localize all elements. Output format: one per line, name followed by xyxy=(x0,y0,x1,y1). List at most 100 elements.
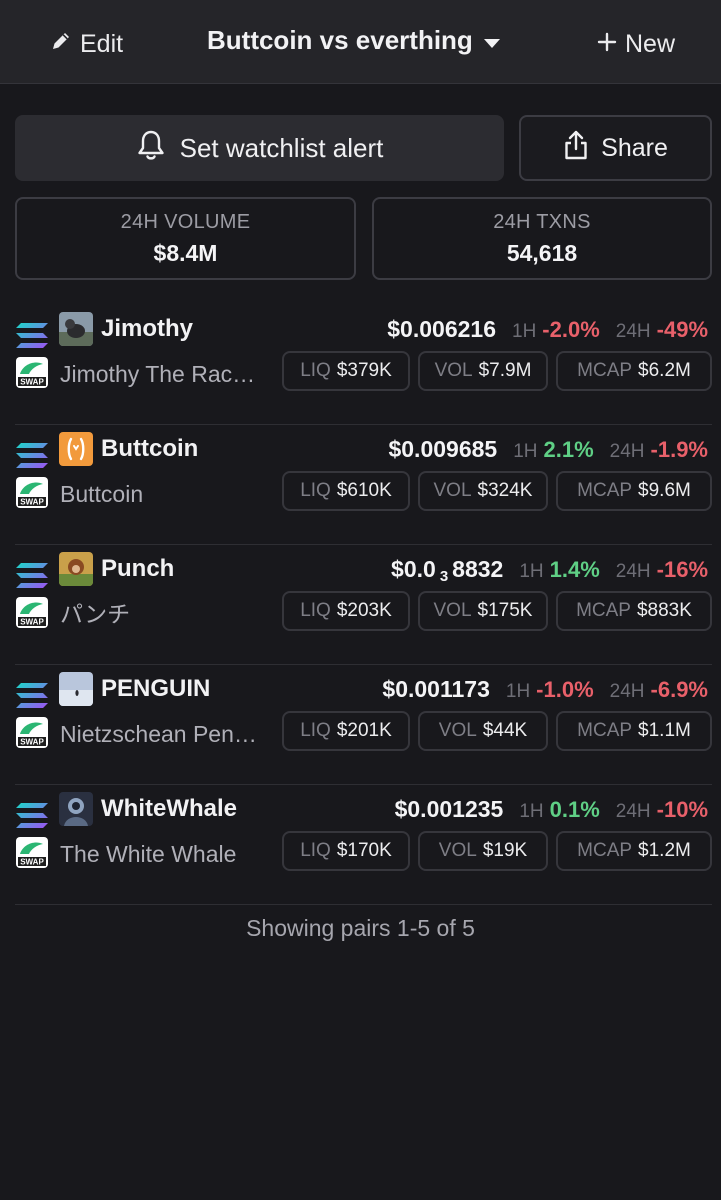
stat-value: $8.4M xyxy=(153,240,218,266)
chip-label: LIQ xyxy=(300,600,331,621)
token-symbol: WhiteWhale xyxy=(101,795,237,822)
chip-label: VOL xyxy=(438,720,477,741)
token-name: パンチ xyxy=(60,601,131,627)
token-symbol: PENGUIN xyxy=(101,675,211,702)
share-button[interactable]: Share xyxy=(519,115,712,181)
token-price: $0.006216 xyxy=(387,316,496,342)
swap-icon: SWAP xyxy=(15,596,49,629)
solana-icon xyxy=(15,561,49,591)
chip-label: VOL xyxy=(434,360,473,381)
chip-value: $324K xyxy=(477,480,533,501)
edit-button[interactable]: Edit xyxy=(50,27,123,61)
token-symbol: Jimothy xyxy=(101,315,194,342)
timeframe-label: 24H xyxy=(615,561,651,582)
chip-label: VOL xyxy=(433,600,472,621)
chip-label: VOL xyxy=(438,840,477,861)
token-price: $0.0 3 8832 xyxy=(391,552,503,594)
volume-chip: VOL $7.9M xyxy=(418,351,548,391)
set-watchlist-alert-button[interactable]: Set watchlist alert xyxy=(15,115,504,181)
chip-value: $883K xyxy=(636,600,692,621)
chip-label: LIQ xyxy=(300,840,331,861)
chip-value: $19K xyxy=(482,840,528,861)
volume-chip: VOL $324K xyxy=(418,471,548,511)
token-price: $0.001173 xyxy=(382,676,490,702)
chip-label: LIQ xyxy=(300,720,331,741)
new-label: New xyxy=(624,29,675,58)
token-symbol: Buttcoin xyxy=(101,435,199,462)
timeframe-label: 24H xyxy=(609,681,645,702)
chip-value: $1.1M xyxy=(638,720,691,741)
chip-label: LIQ xyxy=(300,480,331,501)
change-24h: -10% xyxy=(656,797,708,822)
solana-icon xyxy=(15,681,49,711)
pair-row[interactable]: SWAP Jimothy $0.006216 1H -2.0% 24H -49%… xyxy=(15,305,712,425)
pair-row[interactable]: SWAP Buttcoin $0.009685 1H 2.1% 24H -1.9… xyxy=(15,425,712,545)
volume-chip: VOL $44K xyxy=(418,711,548,751)
pair-row[interactable]: SWAP Punch $0.0 3 8832 1H 1.4% 24H -16% パン… xyxy=(15,545,712,665)
change-1h: 2.1% xyxy=(543,437,594,462)
change-24h: -16% xyxy=(656,557,708,582)
timeframe-label: 1H xyxy=(513,441,538,462)
pair-row[interactable]: SWAP WhiteWhale $0.001235 1H 0.1% 24H -1… xyxy=(15,785,712,905)
watchlist-title: Buttcoin vs everthing xyxy=(207,24,473,55)
market-cap-chip: MCAP $6.2M xyxy=(556,351,712,391)
price-prefix: $0.0 xyxy=(391,556,436,582)
market-cap-chip: MCAP $1.1M xyxy=(556,711,712,751)
chip-value: $7.9M xyxy=(478,360,532,381)
price-row: $0.0 3 8832 1H 1.4% 24H -16% xyxy=(391,552,708,586)
liquidity-chip: LIQ $201K xyxy=(282,711,410,751)
chip-value: $201K xyxy=(336,720,392,741)
price-zero-count: 3 xyxy=(439,568,449,585)
price-row: $0.001173 1H -1.0% 24H -6.9% xyxy=(382,672,708,706)
token-name: The White Whale xyxy=(60,841,237,867)
pair-row[interactable]: SWAP PENGUIN $0.001173 1H -1.0% 24H -6.9… xyxy=(15,665,712,785)
svg-text:SWAP: SWAP xyxy=(20,378,44,387)
chip-value: $379K xyxy=(336,360,392,381)
stat-24h-txns: 24H TXNS 54,618 xyxy=(372,197,712,280)
caret-down-icon xyxy=(483,25,501,56)
token-price: $0.001235 xyxy=(394,796,504,822)
solana-icon xyxy=(15,321,49,351)
timeframe-label: 24H xyxy=(615,801,651,822)
chip-value: $610K xyxy=(336,480,392,501)
liquidity-chip: LIQ $379K xyxy=(282,351,410,391)
pencil-icon xyxy=(50,30,72,59)
timeframe-label: 1H xyxy=(512,321,537,342)
change-24h: -1.9% xyxy=(650,437,708,462)
swap-icon: SWAP xyxy=(15,716,49,749)
alert-label: Set watchlist alert xyxy=(179,132,384,163)
chip-value: $44K xyxy=(482,720,528,741)
token-price: $0.009685 xyxy=(388,436,498,462)
watchlist-selector[interactable]: Buttcoin vs everthing xyxy=(207,22,501,58)
chip-value: $170K xyxy=(336,840,392,861)
token-name: Buttcoin xyxy=(60,481,144,507)
liquidity-chip: LIQ $203K xyxy=(282,591,410,631)
edit-label: Edit xyxy=(80,29,124,58)
token-symbol: Punch xyxy=(101,555,175,582)
solana-icon xyxy=(15,441,49,471)
volume-chip: VOL $19K xyxy=(418,831,548,871)
token-name: Nietzschean Pen… xyxy=(60,721,257,747)
timeframe-label: 1H xyxy=(505,681,531,702)
chip-value: $1.2M xyxy=(638,840,691,861)
timeframe-label: 1H xyxy=(519,801,544,822)
stat-value: 54,618 xyxy=(506,240,578,266)
chip-value: $6.2M xyxy=(638,360,691,381)
swap-icon: SWAP xyxy=(15,476,49,509)
new-watchlist-button[interactable]: New xyxy=(597,27,675,61)
token-avatar xyxy=(59,552,93,586)
share-icon xyxy=(563,129,589,168)
token-avatar xyxy=(59,792,93,826)
chip-label: MCAP xyxy=(577,840,633,861)
stat-label: 24H TXNS xyxy=(493,211,591,233)
change-1h: -2.0% xyxy=(542,317,600,342)
chip-label: MCAP xyxy=(577,480,633,501)
chip-label: MCAP xyxy=(577,720,633,741)
token-avatar xyxy=(59,672,93,706)
chip-label: LIQ xyxy=(300,360,331,381)
bell-icon xyxy=(136,129,166,168)
market-cap-chip: MCAP $9.6M xyxy=(556,471,712,511)
price-row: $0.001235 1H 0.1% 24H -10% xyxy=(395,792,708,826)
timeframe-label: 24H xyxy=(609,441,645,462)
token-avatar xyxy=(59,312,93,346)
